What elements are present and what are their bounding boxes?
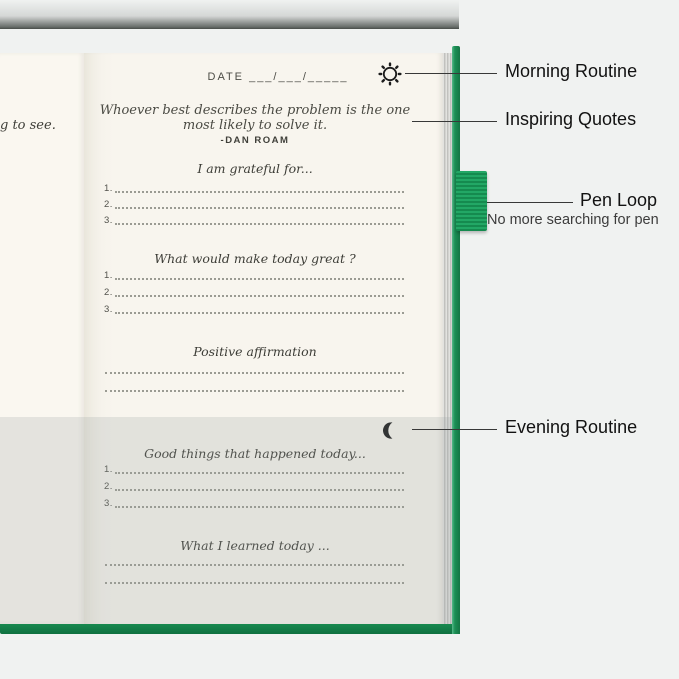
callout-line-pen-loop [487,202,573,203]
left-page-line-fragment [0,212,42,225]
left-page-line-fragment [0,361,42,374]
dotted-line [115,210,404,225]
entry-number: 1. [104,184,113,194]
left-page-line-fragment [0,196,42,209]
heading-make-today-great: What would make today great ? [95,251,415,266]
callout-label-pen-loop: Pen Loop [580,190,657,211]
callout-label-evening: Evening Routine [505,417,637,438]
left-page-line-fragment [0,267,42,280]
heading-positive-affirmation: Positive affirmation [95,344,415,359]
quote-text-line2: most likely to solve it. [95,118,415,133]
left-page-line-fragment [0,379,42,392]
entry-line [105,379,404,392]
dotted-line [105,359,404,374]
evening-shade-overlay [0,417,452,624]
entry-number: 1. [104,271,113,281]
journal-feature-image: g to see. DATE ___/___/_____ Whoever bes… [0,0,679,679]
left-page-line-fragment [0,180,42,193]
left-page-line-fragment [0,284,42,297]
dotted-line [115,194,404,209]
sun-icon [377,61,403,87]
left-page-line-fragment [0,301,42,314]
entry-number: 3. [104,216,113,226]
entry-line: 2. [104,196,404,209]
entry-line: 1. [104,267,404,280]
book-top-edge [0,0,459,29]
entry-line: 3. [104,301,404,314]
green-cover-spine [452,46,460,634]
entry-number: 2. [104,200,113,210]
dotted-line [115,299,404,314]
dotted-line [105,377,404,392]
callout-line-morning [405,73,497,74]
callout-line-evening [412,429,497,430]
dotted-line [115,265,404,280]
heading-grateful: I am grateful for... [95,161,415,176]
entry-line: 1. [104,180,404,193]
green-cover-bottom [0,624,460,634]
entry-line [105,361,404,374]
callout-label-quotes: Inspiring Quotes [505,109,636,130]
quote-text-line1: Whoever best describes the problem is th… [95,103,415,118]
pen-loop-elastic [456,171,487,231]
dotted-line [115,178,404,193]
quote-text: Whoever best describes the problem is th… [95,103,415,133]
callout-sublabel-pen-loop: No more searching for pen [487,212,659,228]
quote-author: -DAN ROAM [95,135,415,146]
callout-label-morning: Morning Routine [505,61,637,82]
entry-number: 3. [104,305,113,315]
left-page-text-fragment: g to see. [0,118,36,133]
dotted-line [115,282,404,297]
entry-line: 2. [104,284,404,297]
callout-line-quotes [412,121,497,122]
entry-number: 2. [104,288,113,298]
entry-line: 3. [104,212,404,225]
